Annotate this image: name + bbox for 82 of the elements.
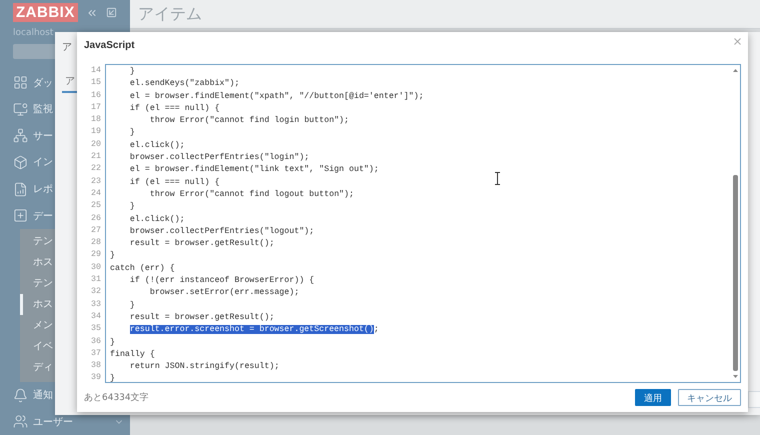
code-line: throw Error("cannot find login button"); [148, 116, 350, 126]
code-line: if (el === null) { [128, 104, 220, 113]
code-line: } [110, 251, 115, 260]
line-number: 28 [90, 237, 102, 250]
remaining-characters: あと64334文字 [84, 392, 149, 404]
code-line: el = browser.findElement("xpath", "//button[@id='enter']"); [128, 92, 424, 101]
users-icon [13, 414, 28, 430]
menu-item[interactable]: レポ [33, 182, 53, 196]
code-line: el.click(); [128, 140, 185, 150]
dialog-title: ア [62, 41, 72, 54]
line-number: 31 [90, 274, 102, 286]
line-number: 14 [90, 65, 102, 77]
code-line: el = browser.findElement("link text", "Sign out"); [128, 165, 379, 174]
grid-icon [13, 75, 28, 90]
line-number: 29 [90, 249, 102, 262]
report-icon [13, 182, 28, 197]
menu-item[interactable]: サー [33, 128, 53, 143]
dialog-title: JavaScript [84, 40, 135, 51]
scrollbar-thumb[interactable] [733, 175, 738, 371]
code-line: } [128, 202, 135, 212]
line-number: 32 [90, 286, 102, 298]
code-line: } [128, 300, 135, 310]
cube-icon [13, 154, 28, 170]
code-line: finally { [110, 350, 155, 359]
page-title: アイテム [138, 4, 202, 24]
code-line: browser.collectPerfEntries("login"); [128, 153, 310, 162]
bell-icon [13, 388, 28, 403]
code-line: el.sendKeys("zabbix"); [128, 79, 240, 88]
network-icon [13, 128, 28, 144]
server-name: localhost [12, 26, 54, 40]
apply-button[interactable]: 適用 [635, 389, 671, 406]
scroll-up-icon[interactable] [733, 68, 738, 73]
code-line: } [128, 128, 135, 138]
line-number: 15 [90, 77, 102, 90]
line-number: 26 [90, 212, 102, 225]
code-line: } [110, 374, 115, 382]
cancel-button[interactable]: キャンセル [678, 389, 741, 406]
line-number: 38 [90, 360, 102, 372]
menu-item[interactable]: ユーザー [33, 414, 73, 429]
line-number: 24 [90, 188, 102, 200]
line-number: 20 [90, 138, 102, 151]
menu-item[interactable]: デー [33, 208, 53, 223]
menu-item[interactable]: イン [33, 155, 53, 170]
code-line: if (!(err instanceof BrowserError)) { [128, 276, 314, 286]
line-number: 23 [90, 176, 102, 188]
line-number: 27 [90, 224, 102, 237]
menu-item[interactable]: ダッ [33, 76, 53, 90]
scroll-down-icon[interactable] [733, 374, 738, 379]
line-number: 16 [90, 90, 102, 102]
logo[interactable]: ZABBIX [13, 3, 78, 22]
code-line: result = browser.getResult(); [128, 239, 274, 248]
code-line: } [110, 338, 115, 347]
code-line: return JSON.stringify(result); [128, 362, 280, 372]
line-number: 25 [90, 200, 102, 212]
line-number: 34 [90, 310, 102, 323]
line-number: 35 [90, 323, 102, 336]
code-line: result = browser.getResult(); [128, 312, 274, 322]
code-line: browser.collectPerfEntries("logout"); [128, 226, 314, 236]
plus-square-icon [13, 208, 28, 224]
line-number: 22 [90, 163, 102, 176]
code-line: if (el === null) { [128, 178, 220, 187]
line-number: 19 [90, 126, 102, 138]
line-number: 21 [90, 151, 102, 164]
code-line: result.error.screenshot = browser.getScreenshot(); [128, 325, 379, 334]
text-cursor-icon [494, 172, 501, 185]
line-number: 30 [90, 262, 102, 274]
code-line: throw Error("cannot find logout button"); [148, 190, 354, 199]
close-icon[interactable] [732, 36, 743, 47]
line-number: 37 [90, 348, 102, 360]
code-line: } [128, 67, 135, 76]
menu-item[interactable]: 通知 [33, 388, 53, 402]
line-number: 39 [90, 372, 102, 384]
code-line: catch (err) { [110, 264, 175, 273]
line-number: 17 [90, 102, 102, 114]
line-number: 36 [90, 336, 102, 348]
code-line: browser.setError(err.message); [148, 288, 300, 298]
line-number: 33 [90, 298, 102, 311]
code-editor[interactable] [105, 64, 741, 383]
monitor-icon [13, 102, 28, 117]
code-line: el.click(); [128, 214, 185, 224]
line-number: 18 [90, 114, 102, 126]
menu-item[interactable]: 監視 [33, 102, 53, 116]
